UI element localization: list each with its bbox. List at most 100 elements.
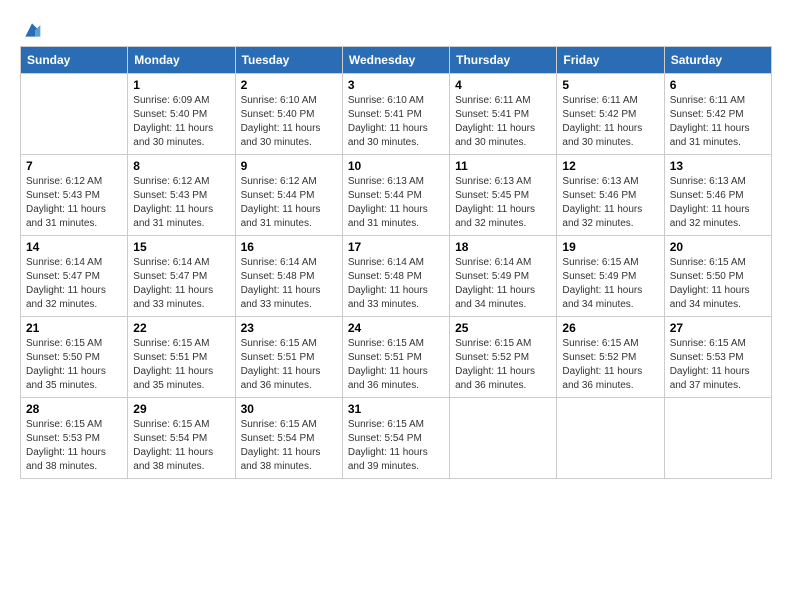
calendar-cell: 31 Sunrise: 6:15 AMSunset: 5:54 PMDayligh…: [342, 398, 449, 479]
calendar-week-row: 7 Sunrise: 6:12 AMSunset: 5:43 PMDaylight…: [21, 155, 772, 236]
day-number: 29: [133, 402, 229, 416]
day-number: 15: [133, 240, 229, 254]
header-friday: Friday: [557, 47, 664, 74]
calendar-cell: 15 Sunrise: 6:14 AMSunset: 5:47 PMDayligh…: [128, 236, 235, 317]
calendar-cell: 12Sunrise: 6:13 AMSunset: 5:46 PMDayligh…: [557, 155, 664, 236]
day-number: 19: [562, 240, 658, 254]
day-info: Sunrise: 6:15 AMSunset: 5:54 PMDaylight:…: [348, 418, 444, 474]
day-info: Sunrise: 6:14 AMSunset: 5:47 PMDaylight:…: [26, 256, 122, 312]
day-info: Sunrise: 6:15 AMSunset: 5:50 PMDaylight:…: [26, 337, 122, 393]
day-info: Sunrise: 6:15 AMSunset: 5:49 PMDaylight:…: [562, 256, 658, 312]
calendar-cell: 20 Sunrise: 6:15 AMSunset: 5:50 PMDayligh…: [664, 236, 771, 317]
day-number: 8: [133, 159, 229, 173]
calendar-cell: 22Sunrise: 6:15 AMSunset: 5:51 PMDayligh…: [128, 317, 235, 398]
header-wednesday: Wednesday: [342, 47, 449, 74]
day-info: Sunrise: 6:15 AMSunset: 5:52 PMDaylight:…: [455, 337, 551, 393]
day-number: 1: [133, 78, 229, 92]
day-number: 20: [670, 240, 766, 254]
day-info: Sunrise: 6:12 AMSunset: 5:43 PMDaylight:…: [133, 175, 229, 231]
day-number: 5: [562, 78, 658, 92]
calendar-cell: 26 Sunrise: 6:15 AMSunset: 5:52 PMDayligh…: [557, 317, 664, 398]
calendar-cell: [557, 398, 664, 479]
day-info: Sunrise: 6:13 AMSunset: 5:46 PMDaylight:…: [562, 175, 658, 231]
header-monday: Monday: [128, 47, 235, 74]
calendar-week-row: 1 Sunrise: 6:09 AMSunset: 5:40 PMDaylight…: [21, 74, 772, 155]
day-number: 6: [670, 78, 766, 92]
day-number: 2: [241, 78, 337, 92]
calendar-cell: 9Sunrise: 6:12 AMSunset: 5:44 PMDaylight…: [235, 155, 342, 236]
day-number: 31: [348, 402, 444, 416]
calendar-cell: 2 Sunrise: 6:10 AMSunset: 5:40 PMDaylight…: [235, 74, 342, 155]
calendar-cell: 21 Sunrise: 6:15 AMSunset: 5:50 PMDayligh…: [21, 317, 128, 398]
calendar-cell: 28 Sunrise: 6:15 AMSunset: 5:53 PMDayligh…: [21, 398, 128, 479]
day-info: Sunrise: 6:15 AMSunset: 5:54 PMDaylight:…: [133, 418, 229, 474]
day-number: 18: [455, 240, 551, 254]
day-number: 17: [348, 240, 444, 254]
calendar-cell: [664, 398, 771, 479]
logo-icon: [22, 20, 42, 40]
day-info: Sunrise: 6:13 AMSunset: 5:44 PMDaylight:…: [348, 175, 444, 231]
day-info: Sunrise: 6:14 AMSunset: 5:48 PMDaylight:…: [241, 256, 337, 312]
calendar-cell: 5 Sunrise: 6:11 AMSunset: 5:42 PMDaylight…: [557, 74, 664, 155]
calendar-header-row: SundayMondayTuesdayWednesdayThursdayFrid…: [21, 47, 772, 74]
calendar-cell: 19 Sunrise: 6:15 AMSunset: 5:49 PMDayligh…: [557, 236, 664, 317]
day-info: Sunrise: 6:15 AMSunset: 5:52 PMDaylight:…: [562, 337, 658, 393]
calendar-cell: 30 Sunrise: 6:15 AMSunset: 5:54 PMDayligh…: [235, 398, 342, 479]
calendar-cell: 6Sunrise: 6:11 AMSunset: 5:42 PMDaylight…: [664, 74, 771, 155]
day-info: Sunrise: 6:10 AMSunset: 5:41 PMDaylight:…: [348, 94, 444, 150]
calendar-cell: 27 Sunrise: 6:15 AMSunset: 5:53 PMDayligh…: [664, 317, 771, 398]
calendar-cell: 11 Sunrise: 6:13 AMSunset: 5:45 PMDayligh…: [450, 155, 557, 236]
day-number: 25: [455, 321, 551, 335]
page-header: [20, 20, 772, 36]
calendar-cell: 10 Sunrise: 6:13 AMSunset: 5:44 PMDayligh…: [342, 155, 449, 236]
calendar-week-row: 21 Sunrise: 6:15 AMSunset: 5:50 PMDayligh…: [21, 317, 772, 398]
calendar-cell: 14 Sunrise: 6:14 AMSunset: 5:47 PMDayligh…: [21, 236, 128, 317]
day-number: 11: [455, 159, 551, 173]
day-number: 26: [562, 321, 658, 335]
logo: [20, 20, 42, 36]
calendar-cell: [21, 74, 128, 155]
day-number: 27: [670, 321, 766, 335]
day-info: Sunrise: 6:11 AMSunset: 5:42 PMDaylight:…: [562, 94, 658, 150]
day-number: 4: [455, 78, 551, 92]
day-info: Sunrise: 6:12 AMSunset: 5:43 PMDaylight:…: [26, 175, 122, 231]
day-number: 9: [241, 159, 337, 173]
header-thursday: Thursday: [450, 47, 557, 74]
calendar-cell: 17 Sunrise: 6:14 AMSunset: 5:48 PMDayligh…: [342, 236, 449, 317]
day-number: 13: [670, 159, 766, 173]
day-number: 3: [348, 78, 444, 92]
day-number: 23: [241, 321, 337, 335]
day-info: Sunrise: 6:15 AMSunset: 5:53 PMDaylight:…: [670, 337, 766, 393]
day-number: 21: [26, 321, 122, 335]
day-info: Sunrise: 6:09 AMSunset: 5:40 PMDaylight:…: [133, 94, 229, 150]
calendar-cell: 25 Sunrise: 6:15 AMSunset: 5:52 PMDayligh…: [450, 317, 557, 398]
header-tuesday: Tuesday: [235, 47, 342, 74]
day-info: Sunrise: 6:14 AMSunset: 5:48 PMDaylight:…: [348, 256, 444, 312]
day-number: 28: [26, 402, 122, 416]
calendar-cell: 16 Sunrise: 6:14 AMSunset: 5:48 PMDayligh…: [235, 236, 342, 317]
calendar-cell: 18Sunrise: 6:14 AMSunset: 5:49 PMDayligh…: [450, 236, 557, 317]
calendar-cell: 23 Sunrise: 6:15 AMSunset: 5:51 PMDayligh…: [235, 317, 342, 398]
header-sunday: Sunday: [21, 47, 128, 74]
calendar-cell: 3 Sunrise: 6:10 AMSunset: 5:41 PMDaylight…: [342, 74, 449, 155]
day-info: Sunrise: 6:15 AMSunset: 5:51 PMDaylight:…: [348, 337, 444, 393]
calendar-cell: 1 Sunrise: 6:09 AMSunset: 5:40 PMDaylight…: [128, 74, 235, 155]
calendar-cell: 13Sunrise: 6:13 AMSunset: 5:46 PMDayligh…: [664, 155, 771, 236]
day-info: Sunrise: 6:15 AMSunset: 5:51 PMDaylight:…: [241, 337, 337, 393]
day-number: 16: [241, 240, 337, 254]
day-number: 30: [241, 402, 337, 416]
day-info: Sunrise: 6:14 AMSunset: 5:47 PMDaylight:…: [133, 256, 229, 312]
calendar-cell: 4 Sunrise: 6:11 AMSunset: 5:41 PMDaylight…: [450, 74, 557, 155]
day-info: Sunrise: 6:10 AMSunset: 5:40 PMDaylight:…: [241, 94, 337, 150]
day-info: Sunrise: 6:15 AMSunset: 5:53 PMDaylight:…: [26, 418, 122, 474]
day-info: Sunrise: 6:15 AMSunset: 5:54 PMDaylight:…: [241, 418, 337, 474]
day-info: Sunrise: 6:11 AMSunset: 5:41 PMDaylight:…: [455, 94, 551, 150]
day-number: 7: [26, 159, 122, 173]
calendar-week-row: 14 Sunrise: 6:14 AMSunset: 5:47 PMDayligh…: [21, 236, 772, 317]
day-number: 14: [26, 240, 122, 254]
day-number: 10: [348, 159, 444, 173]
day-info: Sunrise: 6:15 AMSunset: 5:50 PMDaylight:…: [670, 256, 766, 312]
calendar-cell: 29 Sunrise: 6:15 AMSunset: 5:54 PMDayligh…: [128, 398, 235, 479]
calendar-cell: 8 Sunrise: 6:12 AMSunset: 5:43 PMDaylight…: [128, 155, 235, 236]
day-info: Sunrise: 6:13 AMSunset: 5:45 PMDaylight:…: [455, 175, 551, 231]
